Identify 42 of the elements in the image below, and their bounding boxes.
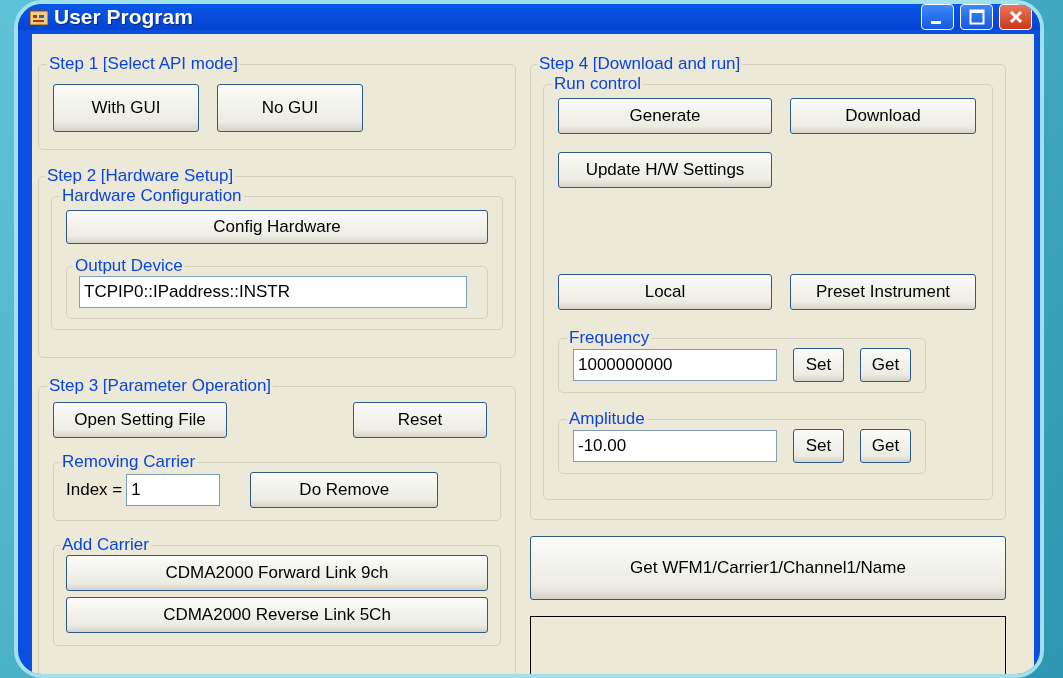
group-title: Hardware Configuration: [61, 186, 243, 206]
close-button[interactable]: [999, 4, 1032, 30]
group-title: Run control: [553, 74, 642, 94]
group-title: Step 2 [Hardware Setup]: [46, 166, 235, 186]
close-icon: [1007, 9, 1024, 25]
update-settings-button[interactable]: Update H/W Settings: [558, 152, 772, 188]
run-button[interactable]: Download: [790, 98, 976, 134]
value-field[interactable]: -10.00: [573, 430, 777, 462]
app-icon: [30, 9, 48, 25]
run-button[interactable]: Local: [558, 274, 772, 310]
set-button[interactable]: Set: [793, 348, 844, 382]
group-title: Frequency: [568, 328, 651, 348]
group-title: Step 4 [Download and run]: [538, 54, 742, 74]
mode-button[interactable]: No GUI: [217, 84, 363, 132]
mode-button[interactable]: With GUI: [53, 84, 199, 132]
config-hardware-button[interactable]: Config Hardware: [66, 210, 488, 244]
group-title: Add Carrier: [61, 535, 150, 555]
maximize-button[interactable]: [960, 4, 993, 30]
add-carrier-button[interactable]: CDMA2000 Reverse Link 5Ch: [66, 597, 488, 633]
group-title: Removing Carrier: [61, 452, 197, 472]
get-name-button[interactable]: Get WFM1/Carrier1/Channel1/Name: [530, 536, 1006, 600]
group-title: Step 3 [Parameter Operation]: [48, 376, 273, 396]
open-setting-file-button[interactable]: Open Setting File: [53, 402, 227, 438]
maximize-icon: [968, 9, 985, 25]
run-button[interactable]: Generate: [558, 98, 772, 134]
group-title: Amplitude: [568, 409, 646, 429]
get-button[interactable]: Get: [860, 348, 911, 382]
window-title: User Program: [54, 5, 194, 29]
group-title: Step 1 [Select API mode]: [48, 54, 239, 74]
run-button[interactable]: Preset Instrument: [790, 274, 976, 310]
group-title: Output Device: [74, 256, 184, 276]
index-field[interactable]: 1: [126, 474, 221, 506]
output-device-field[interactable]: TCPIP0::IPaddress::INSTR: [79, 276, 467, 308]
value-field[interactable]: 1000000000: [573, 349, 777, 381]
do-remove-button[interactable]: Do Remove: [250, 472, 439, 508]
get-button[interactable]: Get: [860, 429, 911, 463]
reset-button[interactable]: Reset: [353, 402, 487, 438]
set-button[interactable]: Set: [793, 429, 844, 463]
index-label: Index =: [66, 480, 123, 500]
minimize-icon: [930, 20, 941, 24]
add-carrier-button[interactable]: CDMA2000 Forward Link 9ch: [66, 555, 488, 591]
minimize-button[interactable]: [921, 4, 954, 30]
